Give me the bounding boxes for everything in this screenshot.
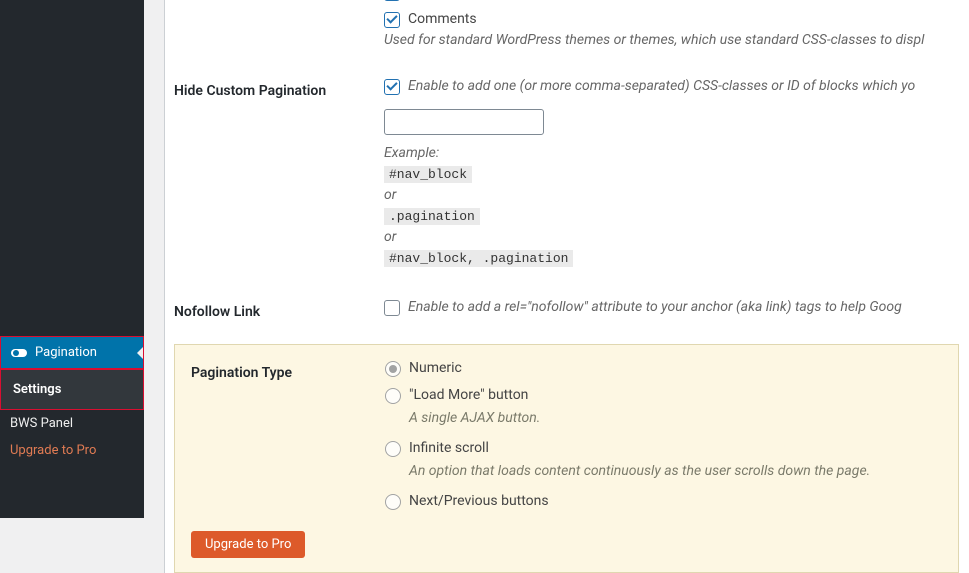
- settings-panel: Paginated posts/pages Comments Used for …: [164, 0, 969, 573]
- sidebar-item-upgrade[interactable]: Upgrade to Pro: [0, 437, 144, 464]
- sidebar-item-label: Pagination: [35, 345, 97, 360]
- hide-custom-label: Enable to add one (or more comma-separat…: [408, 78, 915, 94]
- settings-table: Paginated posts/pages Comments Used for …: [174, 0, 969, 340]
- comments-checkbox[interactable]: [384, 12, 400, 28]
- pagination-type-heading: Pagination Type: [175, 345, 375, 531]
- main-area: Paginated posts/pages Comments Used for …: [164, 0, 969, 518]
- radio-infinite-label: Infinite scroll: [409, 440, 489, 456]
- radio-loadmore-label: "Load More" button: [409, 387, 528, 403]
- radio-nextprev[interactable]: [385, 494, 401, 510]
- radio-infinite[interactable]: [385, 441, 401, 457]
- content-gap: [144, 0, 164, 518]
- nofollow-label: Enable to add a rel="nofollow" attribute…: [408, 299, 902, 315]
- radio-numeric[interactable]: [385, 361, 401, 377]
- example-code: .pagination: [384, 208, 480, 225]
- radio-loadmore[interactable]: [385, 388, 401, 404]
- radio-infinite-desc: An option that loads content continuousl…: [409, 463, 948, 479]
- pro-features-box: Pagination Type Numeric "Load More" butt…: [174, 344, 959, 573]
- radio-nextprev-label: Next/Previous buttons: [409, 493, 549, 509]
- admin-sidebar: Pagination Settings BWS Panel Upgrade to…: [0, 0, 144, 518]
- radio-numeric-label: Numeric: [409, 360, 462, 376]
- sidebar-subitem-settings[interactable]: Settings: [1, 376, 143, 403]
- sidebar-submenu: Settings: [0, 369, 144, 410]
- example-code: #nav_block: [384, 166, 472, 183]
- hide-custom-example: Example: #nav_block or .pagination or #n…: [384, 143, 959, 269]
- hide-custom-input[interactable]: [384, 109, 544, 135]
- pagination-icon: [11, 349, 27, 357]
- hide-custom-pagination-heading: Hide Custom Pagination: [174, 63, 374, 284]
- comments-label: Comments: [408, 11, 477, 27]
- upgrade-to-pro-button[interactable]: Upgrade to Pro: [191, 531, 305, 558]
- nofollow-heading: Nofollow Link: [174, 284, 374, 340]
- paginated-checkbox[interactable]: [384, 0, 400, 1]
- sidebar-item-pagination[interactable]: Pagination: [0, 336, 144, 369]
- comments-description: Used for standard WordPress themes or th…: [384, 32, 959, 48]
- sidebar-item-bws-panel[interactable]: BWS Panel: [0, 410, 144, 437]
- hide-custom-checkbox[interactable]: [384, 79, 400, 95]
- radio-loadmore-desc: A single AJAX button.: [409, 410, 948, 426]
- nofollow-checkbox[interactable]: [384, 300, 400, 316]
- example-code: #nav_block, .pagination: [384, 250, 573, 267]
